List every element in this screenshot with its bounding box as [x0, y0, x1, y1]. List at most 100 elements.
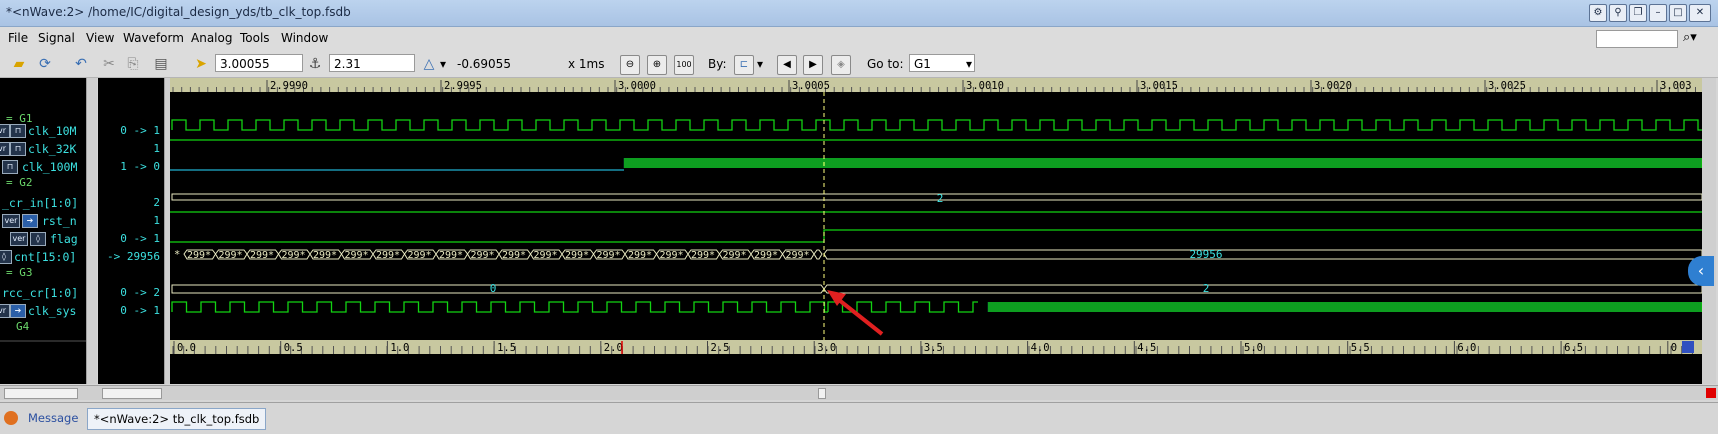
time-unit: x 1ms — [568, 57, 605, 71]
cnt-bus-label: * — [174, 249, 180, 261]
cursor-time-field[interactable]: 3.00055 — [215, 54, 303, 72]
signal-row[interactable]: ◊ cnt[15:0] — [0, 248, 86, 266]
ruler-label: 0.5 — [284, 342, 303, 354]
ruler-label: 0 — [1671, 342, 1677, 354]
delta-icon[interactable]: △ — [420, 55, 438, 73]
signal-row[interactable]: vr ⊓ clk_10M — [0, 122, 86, 140]
close-button[interactable]: ✕ — [1689, 4, 1711, 22]
search-by-icon[interactable]: ⊏ — [734, 55, 754, 75]
signal-row[interactable]: vr ⊓ clk_32K — [0, 140, 86, 158]
view-window-marker — [1682, 341, 1694, 353]
waveform-canvas[interactable]: 2.9990 2.9995 3.0000 3.0005 3.0010 3.0015 3.00… — [170, 78, 1703, 384]
undo-icon[interactable]: ↶ — [72, 55, 90, 73]
cursor-pointer-icon[interactable]: ➤ — [192, 55, 210, 73]
gear-icon[interactable]: ⚙ — [1589, 4, 1607, 22]
ruler-label: 6.0 — [1457, 342, 1476, 354]
marker-time-field[interactable]: 2.31 — [329, 54, 415, 72]
cut-icon[interactable]: ✂ — [100, 55, 118, 73]
signal-value: 2 — [153, 196, 160, 209]
signal-row[interactable]: ver ◊ flag — [0, 230, 86, 248]
signal-row[interactable]: rcc_cr[1:0] — [0, 284, 86, 302]
value-hscroll-thumb[interactable] — [102, 388, 162, 399]
clock-icon: ⊓ — [10, 142, 26, 156]
ruler-label: 5.0 — [1244, 342, 1263, 354]
minimize-button[interactable]: – — [1649, 4, 1667, 22]
nwave-tab[interactable]: *<nWave:2> tb_clk_top.fsdb — [87, 408, 267, 430]
signal-value: 0 -> 1 — [120, 124, 160, 137]
open-folder-icon[interactable]: ▰ — [10, 55, 28, 73]
ruler-label: 2.5 — [711, 342, 730, 354]
cnt-value: 29956 — [1189, 248, 1222, 261]
signal-pane-scrollbar[interactable] — [86, 78, 97, 384]
reload-icon[interactable]: ⟳ — [36, 55, 54, 73]
by-label: By: — [708, 57, 727, 71]
group-label[interactable]: = G2 — [6, 176, 33, 189]
search-input[interactable] — [1596, 30, 1678, 48]
message-tab[interactable]: Message — [22, 408, 84, 428]
marker-icon[interactable]: ⚓ — [306, 55, 324, 73]
toolbar: ▰ ⟳ ↶ ✂ ⎘ ▤ ➤ 3.00055 ⚓ 2.31 △ ▾ -0.6905… — [0, 51, 1718, 78]
restore-icon[interactable]: ❐ — [1629, 4, 1647, 22]
signal-value: 0 -> 2 — [120, 286, 160, 299]
zoom-in-icon[interactable]: ⊕ — [647, 55, 667, 75]
signal-value: 1 — [153, 214, 160, 227]
collapse-panel-button[interactable]: ‹ — [1688, 256, 1714, 286]
pin-icon[interactable]: ⚲ — [1609, 4, 1627, 22]
menu-analog[interactable]: Analog — [191, 31, 232, 45]
zoom-fit-icon[interactable]: 100 — [674, 55, 694, 75]
cnt-bus-label: 299* — [376, 250, 400, 261]
delta-dropdown-icon[interactable]: ▾ — [440, 57, 446, 71]
ruler-label: 3.0005 — [792, 80, 830, 92]
bookmark-icon[interactable]: ◈ — [831, 55, 851, 75]
ruler-label: 2.0 — [604, 342, 623, 354]
signal-name: cnt[15:0] — [14, 250, 77, 264]
menu-tools[interactable]: Tools — [240, 31, 270, 45]
cnt-bus-label: 299* — [250, 250, 274, 261]
zoom-out-icon[interactable]: ⊖ — [620, 55, 640, 75]
register-icon: ◊ — [30, 232, 46, 246]
cnt-bus-label: 299* — [723, 250, 747, 261]
signal-row[interactable]: ver ➔ rst_n — [0, 212, 86, 230]
waveform-pane[interactable]: 2.9990 2.9995 3.0000 3.0005 3.0010 3.0015 3.00… — [170, 78, 1703, 384]
pane-divider — [0, 340, 86, 342]
menu-window[interactable]: Window — [281, 31, 328, 45]
delta-value: -0.69055 — [457, 57, 511, 71]
menu-waveform[interactable]: Waveform — [123, 31, 184, 45]
value-pane: 0 -> 1 1 1 -> 0 2 1 0 -> 1 -> 29956 0 ->… — [98, 78, 164, 384]
search-icon[interactable]: ⌕▾ — [1683, 30, 1697, 45]
paste-icon[interactable]: ▤ — [152, 55, 170, 73]
ruler-label: 3.5 — [924, 342, 943, 354]
clk-sys-wave-fast — [988, 302, 1702, 312]
search-next-button[interactable]: ▶ — [803, 55, 823, 75]
ruler-label: 3.0025 — [1488, 80, 1526, 92]
cnt-bus-label: 299* — [534, 250, 558, 261]
by-dropdown-icon[interactable]: ▾ — [757, 57, 763, 71]
signal-hscroll-thumb[interactable] — [4, 388, 78, 399]
signal-name: rcc_cr[1:0] — [2, 286, 79, 300]
waveform-vscrollbar[interactable]: ‹ — [1688, 78, 1716, 384]
maximize-button[interactable]: □ — [1669, 4, 1687, 22]
menu-view[interactable]: View — [86, 31, 114, 45]
cnt-bus-label: 299* — [565, 250, 589, 261]
menu-file[interactable]: File — [8, 31, 28, 45]
horizontal-scrollbar[interactable] — [0, 385, 1718, 400]
ruler-label: 3.003 — [1660, 80, 1692, 92]
clock-icon: ⊓ — [2, 160, 18, 174]
goto-dropdown-icon[interactable]: ▾ — [966, 57, 972, 71]
group-label[interactable]: G4 — [16, 320, 29, 333]
copy-icon[interactable]: ⎘ — [124, 55, 142, 73]
verilog-icon: ver — [10, 232, 28, 246]
clk-sys-wave-slow — [171, 301, 828, 313]
message-icon — [4, 411, 18, 425]
time-ruler-top — [170, 78, 1702, 92]
error-indicator — [1706, 388, 1716, 398]
wave-hscroll-thumb[interactable] — [818, 388, 826, 399]
cnt-bus-final — [823, 249, 1703, 260]
menu-signal[interactable]: Signal — [38, 31, 75, 45]
group-label[interactable]: = G3 — [6, 266, 33, 279]
signal-row[interactable]: vr ➔ clk_sys — [0, 302, 86, 320]
search-prev-button[interactable]: ◀ — [777, 55, 797, 75]
signal-row[interactable]: _cr_in[1:0] — [0, 194, 86, 212]
signal-row[interactable]: ⊓ clk_100M — [0, 158, 86, 176]
signal-value: 0 -> 1 — [120, 304, 160, 317]
